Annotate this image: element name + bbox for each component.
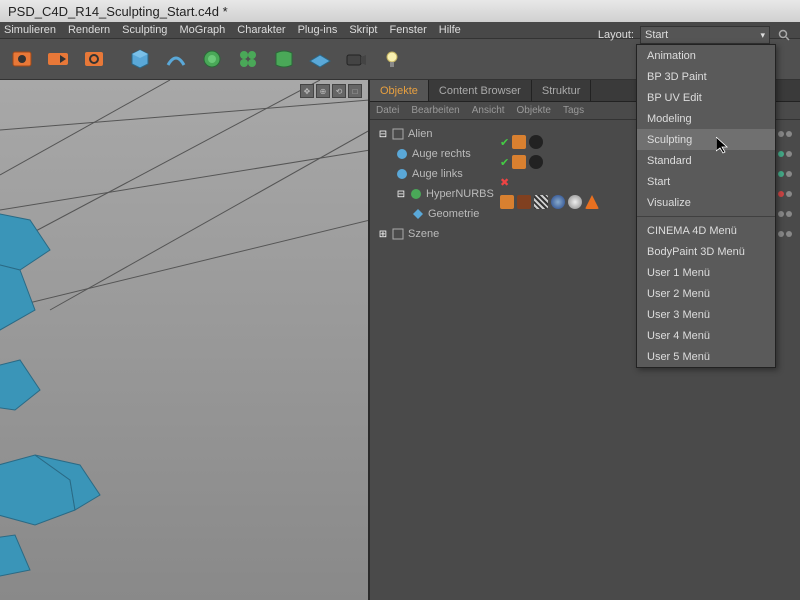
check-icon[interactable]: ✔: [500, 136, 509, 149]
menu-item[interactable]: Rendern: [68, 24, 110, 36]
dropdown-item[interactable]: Standard: [637, 150, 775, 171]
dropdown-item[interactable]: Start: [637, 171, 775, 192]
dropdown-item[interactable]: User 2 Menü: [637, 283, 775, 304]
menu-item[interactable]: Charakter: [237, 24, 285, 36]
dropdown-item[interactable]: CINEMA 4D Menü: [637, 220, 775, 241]
menu-item[interactable]: Sculpting: [122, 24, 167, 36]
nurbs-icon[interactable]: [196, 43, 228, 75]
menu-item[interactable]: Bearbeiten: [411, 105, 459, 116]
spline-icon[interactable]: [160, 43, 192, 75]
maximize-icon[interactable]: □: [348, 84, 362, 98]
layout-dropdown[interactable]: Start: [640, 26, 770, 44]
warning-icon[interactable]: [585, 195, 599, 209]
dropdown-item[interactable]: Animation: [637, 45, 775, 66]
check-icon[interactable]: ✔: [500, 156, 509, 169]
tag-icon[interactable]: [517, 195, 531, 209]
menu-item[interactable]: Datei: [376, 105, 399, 116]
window-title: PSD_C4D_R14_Sculpting_Start.c4d *: [8, 4, 228, 19]
render-settings-icon[interactable]: [78, 43, 110, 75]
menu-item[interactable]: Plug-ins: [298, 24, 338, 36]
material-tag-icon[interactable]: [568, 195, 582, 209]
dropdown-item[interactable]: User 5 Menü: [637, 346, 775, 367]
rotate-icon[interactable]: ⟲: [332, 84, 346, 98]
tag-icon[interactable]: [512, 155, 526, 169]
separator: [637, 216, 775, 217]
cursor-icon: [716, 137, 730, 155]
dropdown-item[interactable]: User 4 Menü: [637, 325, 775, 346]
dropdown-item[interactable]: Sculpting: [637, 129, 775, 150]
render-icon[interactable]: [6, 43, 38, 75]
deformer-icon[interactable]: [268, 43, 300, 75]
render-region-icon[interactable]: [42, 43, 74, 75]
material-tag-icon[interactable]: [551, 195, 565, 209]
tab-content-browser[interactable]: Content Browser: [429, 80, 532, 101]
menu-item[interactable]: Skript: [349, 24, 377, 36]
zoom-icon[interactable]: ⊕: [316, 84, 330, 98]
polygon-icon: [412, 208, 424, 220]
menu-item[interactable]: Simulieren: [4, 24, 56, 36]
layout-label: Layout:: [598, 29, 634, 41]
tab-objects[interactable]: Objekte: [370, 80, 429, 101]
dropdown-item[interactable]: Modeling: [637, 108, 775, 129]
dropdown-item[interactable]: BP UV Edit: [637, 87, 775, 108]
camera-icon[interactable]: [340, 43, 372, 75]
material-tag-icon[interactable]: [529, 155, 543, 169]
layout-selector: Layout: Start: [598, 26, 792, 44]
dropdown-item[interactable]: BP 3D Paint: [637, 66, 775, 87]
menu-item[interactable]: Hilfe: [439, 24, 461, 36]
menu-item[interactable]: Fenster: [389, 24, 426, 36]
material-tag-icon[interactable]: [529, 135, 543, 149]
viewport-controls: ✥ ⊕ ⟲ □: [300, 84, 362, 98]
null-icon: [392, 128, 404, 140]
dropdown-item[interactable]: BodyPaint 3D Menü: [637, 241, 775, 262]
tag-icon[interactable]: [512, 135, 526, 149]
hypernurbs-icon: [410, 188, 422, 200]
layout-dropdown-menu: Animation BP 3D Paint BP UV Edit Modelin…: [636, 44, 776, 368]
tag-column: ✔ ✔ ✖: [500, 112, 599, 212]
floor-icon[interactable]: [304, 43, 336, 75]
collapse-icon[interactable]: ⊟: [378, 129, 388, 140]
collapse-icon[interactable]: ⊟: [396, 189, 406, 200]
menu-item[interactable]: MoGraph: [179, 24, 225, 36]
array-icon[interactable]: [232, 43, 264, 75]
dropdown-item[interactable]: User 1 Menü: [637, 262, 775, 283]
sphere-icon: [396, 148, 408, 160]
search-icon[interactable]: [776, 27, 792, 43]
null-icon: [392, 228, 404, 240]
light-icon[interactable]: [376, 43, 408, 75]
cube-icon[interactable]: [124, 43, 156, 75]
titlebar: PSD_C4D_R14_Sculpting_Start.c4d *: [0, 0, 800, 22]
sphere-icon: [396, 168, 408, 180]
dropdown-item[interactable]: User 3 Menü: [637, 304, 775, 325]
tag-icon[interactable]: [500, 195, 514, 209]
expand-icon[interactable]: ⊞: [378, 229, 388, 240]
pan-icon[interactable]: ✥: [300, 84, 314, 98]
tag-icon[interactable]: [534, 195, 548, 209]
cross-icon[interactable]: ✖: [500, 176, 509, 189]
dropdown-item[interactable]: Visualize: [637, 192, 775, 213]
tab-structure[interactable]: Struktur: [532, 80, 592, 101]
viewport[interactable]: ✥ ⊕ ⟲ □: [0, 80, 370, 600]
